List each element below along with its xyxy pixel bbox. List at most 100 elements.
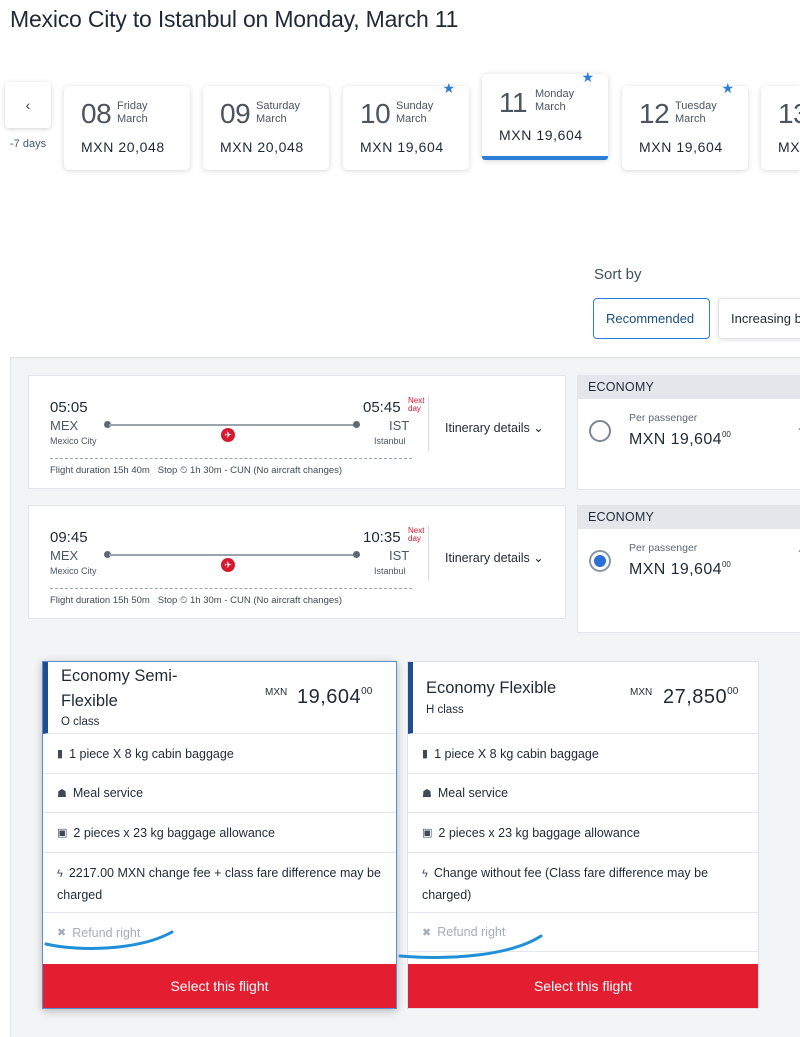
change-icon: ϟ	[57, 868, 63, 880]
feature-text: Meal service	[437, 786, 509, 800]
page-title: Mexico City to Istanbul on Monday, March…	[10, 6, 459, 32]
airline-logo-icon: ✈	[221, 558, 235, 572]
day-number: 09	[220, 98, 251, 129]
cabin-bag-icon: ▮	[57, 748, 64, 760]
fare-currency: MXN	[630, 687, 653, 698]
day-number: 08	[81, 98, 112, 129]
day-number: 11	[499, 87, 528, 118]
flight-duration-info: Flight duration 15h 40m Stop ⏲ 1h 30m - …	[50, 465, 342, 476]
divider	[50, 458, 412, 459]
previous-week-label[interactable]: -7 days	[10, 138, 46, 150]
chevron-down-icon[interactable]: ⌄	[796, 420, 800, 434]
fare-card-economy-semi-flexible[interactable]: Economy Semi- Flexible O class MXN 19,60…	[42, 661, 397, 1009]
feature-text: 2 pieces x 23 kg baggage allowance	[438, 825, 640, 840]
arrival-airport: IST	[389, 548, 410, 563]
separator	[428, 526, 429, 581]
star-icon: ★	[442, 80, 455, 96]
divider	[50, 588, 412, 589]
fare-radio-selected[interactable]	[589, 550, 611, 572]
date-tab-12[interactable]: ★ 12 Tuesday March MXN 19,604	[622, 80, 748, 170]
fare-currency: MXN	[265, 687, 288, 698]
feature-cabin-baggage: ▮ 1 piece X 8 kg cabin baggage	[408, 734, 758, 774]
meal-icon: ☗	[57, 787, 67, 800]
itinerary-details-label: Itinerary details	[445, 551, 530, 565]
star-icon: ★	[581, 69, 594, 85]
feature-meal: ☗ Meal service	[43, 774, 396, 813]
departure-time: 05:05	[50, 399, 88, 416]
luggage-icon: ▣	[57, 827, 68, 839]
arrival-airport: IST	[389, 418, 410, 433]
date-tab-11-selected[interactable]: ★ 11 Monday March MXN 19,604	[482, 69, 608, 160]
economy-fare-option-2[interactable]: ECONOMY Per passenger MXN 19,60400 ⌄	[577, 505, 800, 633]
previous-week-button[interactable]: ‹	[5, 82, 51, 128]
stop-label: Stop	[157, 465, 178, 476]
date-tab-08[interactable]: 08 Friday March MXN 20,048	[64, 86, 190, 170]
day-month: March	[396, 113, 427, 125]
day-number: 10	[360, 98, 391, 129]
itinerary-details-label: Itinerary details	[445, 421, 530, 435]
cabin-bag-icon: ▮	[422, 748, 429, 760]
meal-icon: ☗	[422, 787, 432, 800]
feature-text: Refund right	[72, 925, 141, 940]
fare-name-line1: Economy Semi-	[61, 667, 178, 685]
day-price: MXN 20,048	[220, 139, 304, 155]
flight-option-2[interactable]: 09:45 MEX Mexico City ✈ 10:35 Next day I…	[28, 505, 566, 619]
feature-text: 1 piece X 8 kg cabin baggage	[69, 746, 234, 761]
next-day-indicator-2: day	[408, 534, 421, 543]
date-tab-10[interactable]: ★ 10 Sunday March MXN 19,604	[343, 80, 469, 170]
chevron-down-icon: ⌄	[533, 551, 544, 565]
select-flight-button[interactable]: Select this flight	[408, 964, 758, 1008]
itinerary-details-link[interactable]: Itinerary details ⌄	[445, 550, 544, 565]
aircraft-note: (No aircraft changes)	[253, 465, 343, 476]
fare-cents: 00	[361, 686, 373, 697]
change-icon: ϟ	[422, 868, 428, 880]
fare-price: MXN 19,60400	[629, 560, 731, 578]
clock-icon: ⏲	[179, 595, 188, 606]
day-price: MX	[778, 139, 800, 155]
cabin-label: ECONOMY	[578, 376, 800, 399]
fare-class: H class	[426, 704, 464, 716]
next-day-indicator-2: day	[408, 404, 421, 413]
date-tab-13[interactable]: 13 MX	[761, 86, 800, 170]
departure-city: Mexico City	[50, 566, 97, 576]
stop-detail: 1h 30m - CUN	[190, 595, 251, 606]
cross-icon: ✖	[422, 926, 432, 939]
clock-icon: ⏲	[179, 465, 188, 476]
feature-text: 2217.00 MXN change fee + class fare diff…	[57, 866, 381, 902]
fare-amount: 27,85000	[663, 686, 739, 708]
separator	[428, 396, 429, 451]
price-cents: 00	[721, 430, 731, 439]
day-price: MXN 19,604	[639, 139, 723, 155]
sort-increasing-price-button[interactable]: Increasing b	[718, 298, 800, 339]
feature-change-fee: ϟ Change without fee (Class fare differen…	[408, 853, 758, 913]
departure-airport: MEX	[50, 548, 79, 563]
departure-time: 09:45	[50, 529, 88, 546]
economy-fare-option-1[interactable]: ECONOMY Per passenger MXN 19,60400 ⌄	[577, 375, 800, 490]
date-tab-09[interactable]: 09 Saturday March MXN 20,048	[203, 86, 329, 170]
day-month: March	[675, 113, 706, 125]
fare-name-line2: Flexible	[61, 692, 118, 710]
price-cents: 00	[721, 560, 731, 569]
cross-icon: ✖	[57, 927, 67, 939]
route-line	[109, 554, 355, 556]
aircraft-note: (No aircraft changes)	[253, 595, 343, 606]
stop-detail: 1h 30m - CUN	[190, 465, 251, 476]
select-flight-button[interactable]: Select this flight	[43, 964, 396, 1008]
fare-header: Economy Flexible H class MXN 27,85000	[408, 662, 758, 734]
route-line	[109, 424, 355, 426]
fare-card-economy-flexible[interactable]: Economy Flexible H class MXN 27,85000 ▮ …	[407, 661, 759, 1009]
feature-text: 1 piece X 8 kg cabin baggage	[434, 746, 599, 761]
feature-text: Change without fee (Class fare differenc…	[422, 866, 709, 902]
day-price: MXN 20,048	[81, 139, 165, 155]
arrival-time: 05:45	[363, 399, 401, 416]
itinerary-details-link[interactable]: Itinerary details ⌄	[445, 420, 544, 435]
chevron-up-icon[interactable]: ⌄	[796, 546, 800, 560]
fare-amount: 19,60400	[297, 686, 373, 708]
sort-recommended-button[interactable]: Recommended	[593, 298, 710, 339]
duration-label: Flight duration	[50, 595, 111, 606]
duration-value: 15h 40m	[112, 465, 150, 476]
flight-option-1[interactable]: 05:05 MEX Mexico City ✈ 05:45 Next day I…	[28, 375, 566, 489]
feature-text: Meal service	[72, 786, 144, 800]
fare-radio-unselected[interactable]	[589, 420, 611, 442]
feature-text: Refund right	[437, 925, 506, 939]
